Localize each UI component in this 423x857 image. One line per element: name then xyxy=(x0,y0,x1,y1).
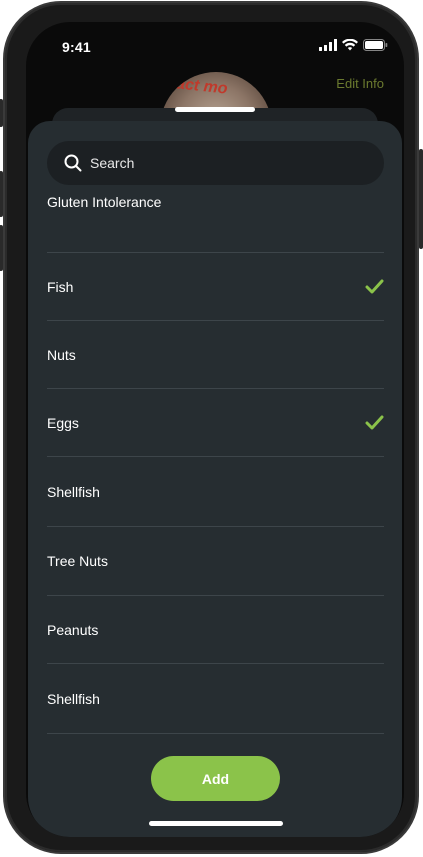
search-input[interactable] xyxy=(90,155,350,171)
list-item-label: Shellfish xyxy=(47,690,100,707)
signal-icon xyxy=(319,39,337,51)
add-button[interactable]: Add xyxy=(151,756,280,801)
power-button xyxy=(419,149,423,249)
battery-icon xyxy=(363,39,388,51)
list-item-label: Fish xyxy=(47,278,74,295)
status-icons xyxy=(319,39,388,51)
edit-info-link[interactable]: Edit Info xyxy=(336,76,384,91)
allergy-sheet: Gluten Intolerance Fish Nuts Eggs xyxy=(28,121,402,837)
checkmark-icon xyxy=(365,415,384,430)
list-item-eggs[interactable]: Eggs xyxy=(47,389,384,457)
volume-up-button xyxy=(0,171,3,217)
list-item-peanuts[interactable]: Peanuts xyxy=(47,596,384,664)
list-item-label: Shellfish xyxy=(47,483,100,500)
search-icon xyxy=(64,154,82,172)
list-item-label: Tree Nuts xyxy=(47,553,108,569)
volume-down-button xyxy=(0,225,3,271)
list-item-label: Eggs xyxy=(47,414,79,431)
list-item-label: Peanuts xyxy=(47,621,99,638)
list-item-label: Gluten Intolerance xyxy=(47,193,162,210)
list-item-tree-nuts[interactable]: Tree Nuts xyxy=(47,527,384,596)
list-item-shellfish[interactable]: Shellfish xyxy=(47,457,384,527)
list-item-fish[interactable]: Fish xyxy=(47,253,384,321)
drag-handle[interactable] xyxy=(175,107,255,112)
home-indicator xyxy=(149,821,283,826)
wifi-icon xyxy=(342,39,358,51)
status-time: 9:41 xyxy=(62,39,91,55)
list-item-label: Nuts xyxy=(47,346,76,363)
search-bar[interactable] xyxy=(47,141,384,185)
allergy-list: Gluten Intolerance Fish Nuts Eggs Shellf… xyxy=(47,185,384,734)
silent-switch xyxy=(0,99,3,127)
checkmark-icon xyxy=(365,279,384,294)
list-item-gluten-intolerance[interactable]: Gluten Intolerance xyxy=(47,185,384,253)
screen: 9:41 Edit Info act mo Search Gluten Into… xyxy=(26,22,404,837)
avatar-text: act mo xyxy=(175,75,229,98)
list-item-nuts[interactable]: Nuts xyxy=(47,321,384,389)
status-bar: 9:41 xyxy=(26,22,404,72)
list-item-shellfish-2[interactable]: Shellfish xyxy=(47,664,384,734)
phone-frame: 9:41 Edit Info act mo Search Gluten Into… xyxy=(0,1,423,854)
